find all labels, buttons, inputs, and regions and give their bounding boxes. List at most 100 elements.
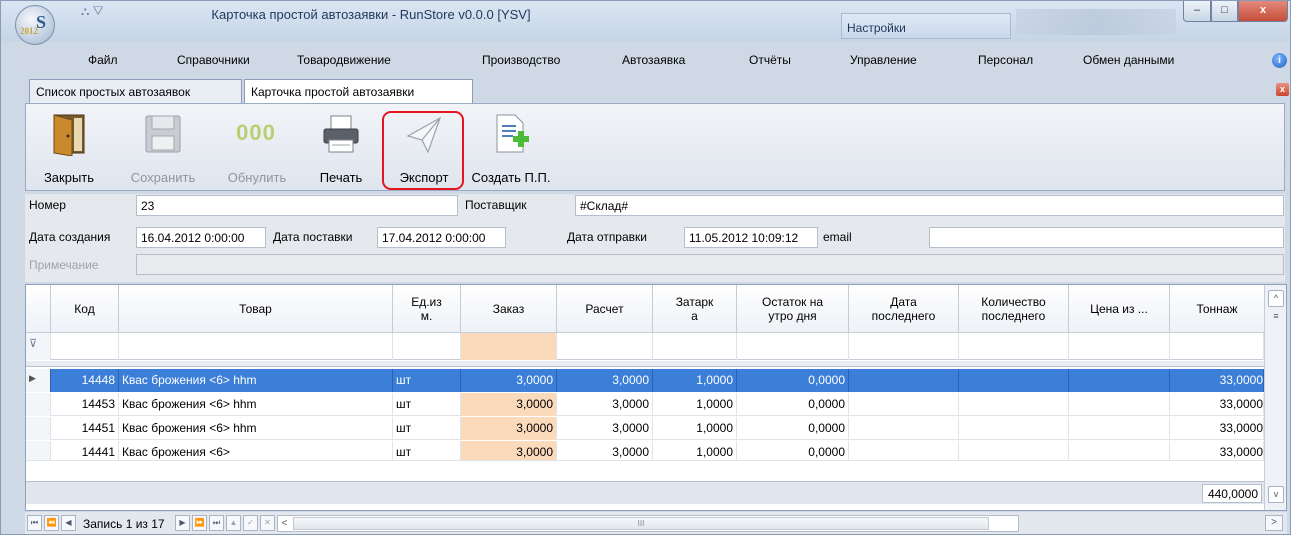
cell-code[interactable]: 14451 bbox=[51, 417, 119, 440]
filter-last-date[interactable] bbox=[849, 333, 959, 360]
reset-button[interactable]: 000 Обнулить bbox=[222, 104, 292, 190]
cell-tonnage[interactable]: 33,0000 bbox=[1170, 441, 1264, 460]
scroll-up-icon[interactable]: ^ bbox=[1268, 290, 1284, 307]
filter-product[interactable] bbox=[119, 333, 393, 360]
minimize-button[interactable]: – bbox=[1183, 1, 1211, 22]
header-code[interactable]: Код bbox=[51, 285, 119, 333]
table-row[interactable]: 14441 Квас брожения <6> шт 3,0000 3,0000… bbox=[26, 441, 1264, 461]
filter-price[interactable] bbox=[1069, 333, 1170, 360]
vertical-scrollbar[interactable]: ^ ≡ v bbox=[1264, 285, 1286, 510]
cell-unit[interactable]: шт bbox=[393, 441, 461, 460]
prev-record-icon[interactable]: ◀ bbox=[61, 515, 76, 531]
supplier-field[interactable]: #Склад# bbox=[575, 195, 1284, 216]
filter-order[interactable] bbox=[461, 333, 557, 360]
sent-date-field[interactable]: 11.05.2012 10:09:12 bbox=[684, 227, 818, 248]
tab-autoorder-list[interactable]: Список простых автозаявок bbox=[29, 79, 242, 103]
save-button[interactable]: Сохранить bbox=[125, 104, 201, 190]
menu-reports[interactable]: Отчёты bbox=[749, 53, 791, 67]
tab-autoorder-card[interactable]: Карточка простой автозаявки bbox=[244, 79, 473, 104]
header-stock[interactable]: Остаток на утро дня bbox=[737, 285, 849, 333]
header-order[interactable]: Заказ bbox=[461, 285, 557, 333]
menu-management[interactable]: Управление bbox=[850, 53, 917, 67]
create-pp-button[interactable]: Создать П.П. bbox=[471, 104, 551, 190]
cell-pack[interactable]: 1,0000 bbox=[653, 369, 737, 392]
menu-data-exchange[interactable]: Обмен данными bbox=[1083, 53, 1174, 67]
prev-page-icon[interactable]: ⏪ bbox=[44, 515, 59, 531]
filter-pack[interactable] bbox=[653, 333, 737, 360]
cell-order[interactable]: 3,0000 bbox=[461, 417, 557, 440]
close-window-button[interactable]: x bbox=[1238, 1, 1288, 22]
email-field[interactable] bbox=[929, 227, 1284, 248]
number-field[interactable]: 23 bbox=[136, 195, 458, 216]
header-calc[interactable]: Расчет bbox=[557, 285, 653, 333]
filter-tonnage[interactable] bbox=[1170, 333, 1264, 360]
cell-order[interactable]: 3,0000 bbox=[461, 441, 557, 460]
header-last-qty[interactable]: Количество последнего bbox=[959, 285, 1069, 333]
table-row[interactable]: 14453 Квас брожения <6> hhm шт 3,0000 3,… bbox=[26, 393, 1264, 416]
cell-unit[interactable]: шт bbox=[393, 417, 461, 440]
cell-tonnage[interactable]: 33,0000 bbox=[1170, 417, 1264, 440]
cell-last-date[interactable] bbox=[849, 369, 959, 392]
cell-calc[interactable]: 3,0000 bbox=[557, 393, 653, 416]
cell-product[interactable]: Квас брожения <6> hhm bbox=[119, 417, 393, 440]
filter-code[interactable] bbox=[51, 333, 119, 360]
cell-stock[interactable]: 0,0000 bbox=[737, 393, 849, 416]
close-button[interactable]: Закрыть bbox=[34, 104, 104, 190]
horizontal-scrollbar[interactable]: < III bbox=[277, 515, 1019, 532]
menu-personnel[interactable]: Персонал bbox=[978, 53, 1033, 67]
menu-file[interactable]: Файл bbox=[88, 53, 118, 67]
first-record-icon[interactable]: ⏮ bbox=[27, 515, 42, 531]
menu-directories[interactable]: Справочники bbox=[177, 53, 250, 67]
cell-product[interactable]: Квас брожения <6> hhm bbox=[119, 369, 393, 392]
scroll-down-icon[interactable]: v bbox=[1268, 486, 1284, 503]
note-field[interactable] bbox=[136, 254, 1284, 275]
cell-stock[interactable]: 0,0000 bbox=[737, 417, 849, 440]
scroll-grip-icon[interactable]: ≡ bbox=[1268, 309, 1284, 326]
table-row[interactable]: ▶ 14448 Квас брожения <6> hhm шт 3,0000 … bbox=[26, 369, 1264, 392]
next-record-icon[interactable]: ▶ bbox=[175, 515, 190, 531]
cell-unit[interactable]: шт bbox=[393, 393, 461, 416]
filter-stock[interactable] bbox=[737, 333, 849, 360]
header-price[interactable]: Цена из ... bbox=[1069, 285, 1170, 333]
cell-pack[interactable]: 1,0000 bbox=[653, 417, 737, 440]
cell-price[interactable] bbox=[1069, 393, 1170, 416]
cell-last-date[interactable] bbox=[849, 393, 959, 416]
scroll-right-icon[interactable]: > bbox=[1265, 515, 1283, 531]
cell-order[interactable]: 3,0000 bbox=[461, 393, 557, 416]
close-tab-icon[interactable]: x bbox=[1276, 83, 1289, 96]
cell-pack[interactable]: 1,0000 bbox=[653, 441, 737, 460]
menu-goods-movement[interactable]: Товародвижение bbox=[297, 53, 391, 67]
menu-autoorder[interactable]: Автозаявка bbox=[622, 53, 685, 67]
cell-price[interactable] bbox=[1069, 369, 1170, 392]
cell-last-qty[interactable] bbox=[959, 417, 1069, 440]
cell-tonnage[interactable]: 33,0000 bbox=[1170, 369, 1264, 392]
cell-last-qty[interactable] bbox=[959, 393, 1069, 416]
filter-icon[interactable]: ⊽ bbox=[26, 333, 51, 360]
cell-price[interactable] bbox=[1069, 417, 1170, 440]
next-page-icon[interactable]: ⏩ bbox=[192, 515, 207, 531]
maximize-button[interactable]: □ bbox=[1211, 1, 1238, 22]
cell-pack[interactable]: 1,0000 bbox=[653, 393, 737, 416]
help-icon[interactable]: i bbox=[1272, 53, 1287, 68]
cell-calc[interactable]: 3,0000 bbox=[557, 441, 653, 460]
header-product[interactable]: Товар bbox=[119, 285, 393, 333]
header-unit[interactable]: Ед.из м. bbox=[393, 285, 461, 333]
cancel-edit-icon[interactable]: ✕ bbox=[260, 515, 275, 531]
menu-production[interactable]: Производство bbox=[482, 53, 560, 67]
cell-code[interactable]: 14441 bbox=[51, 441, 119, 460]
cell-stock[interactable]: 0,0000 bbox=[737, 369, 849, 392]
cell-code[interactable]: 14448 bbox=[51, 369, 119, 392]
print-button[interactable]: Печать bbox=[311, 104, 371, 190]
cell-last-date[interactable] bbox=[849, 441, 959, 460]
created-date-field[interactable]: 16.04.2012 0:00:00 bbox=[136, 227, 266, 248]
cell-calc[interactable]: 3,0000 bbox=[557, 417, 653, 440]
table-row[interactable]: 14451 Квас брожения <6> hhm шт 3,0000 3,… bbox=[26, 417, 1264, 440]
cell-unit[interactable]: шт bbox=[393, 369, 461, 392]
cell-last-date[interactable] bbox=[849, 417, 959, 440]
scroll-left-icon[interactable]: < bbox=[278, 516, 291, 531]
cell-code[interactable]: 14453 bbox=[51, 393, 119, 416]
header-last-date[interactable]: Дата последнего bbox=[849, 285, 959, 333]
filter-unit[interactable] bbox=[393, 333, 461, 360]
cell-order[interactable]: 3,0000 bbox=[461, 369, 557, 392]
cell-price[interactable] bbox=[1069, 441, 1170, 460]
